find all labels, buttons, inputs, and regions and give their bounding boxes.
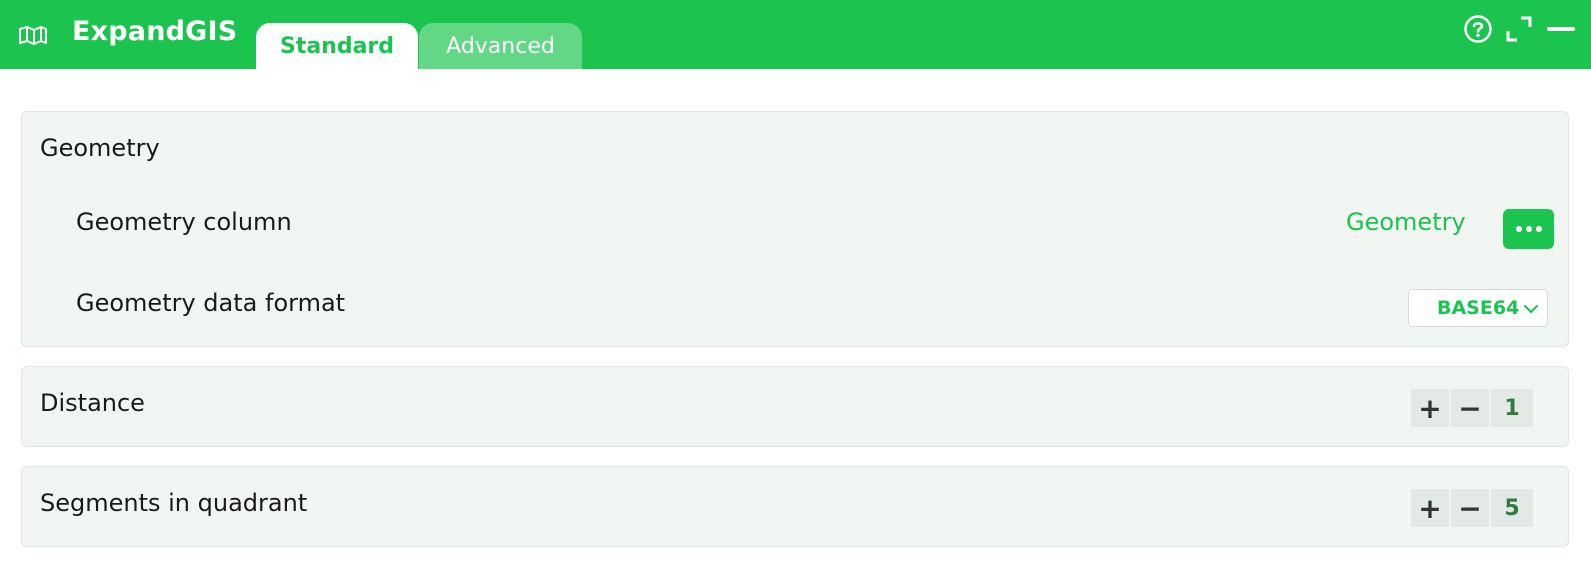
minus-icon: − [1458,491,1482,525]
segments-decrement-button[interactable]: − [1451,489,1489,527]
app-title: ExpandGIS [72,16,238,47]
geometry-section-title: Geometry [40,134,160,162]
geometry-format-select[interactable]: BASE64 [1408,289,1548,327]
chevron-down-icon [1521,299,1541,323]
map-icon [18,25,48,45]
distance-decrement-button[interactable]: − [1451,389,1489,427]
fullscreen-icon [1505,15,1533,47]
minus-icon: − [1458,391,1482,425]
tab-advanced[interactable]: Advanced [419,23,582,69]
distance-stepper: + − 1 [1411,389,1533,427]
plus-icon: + [1418,491,1442,525]
segments-stepper: + − 5 [1411,489,1533,527]
geometry-column-more-button[interactable] [1503,209,1554,249]
more-dot-icon [1515,226,1522,232]
tab-standard-label: Standard [279,33,395,59]
geometry-column-label: Geometry column [76,208,292,236]
more-dot-icon [1525,226,1532,232]
segments-label: Segments in quadrant [40,489,308,517]
help-icon [1463,14,1493,48]
help-button[interactable] [1462,15,1494,47]
geometry-section: Geometry Geometry column Geometry Geomet… [21,111,1569,347]
geometry-column-value[interactable]: Geometry [1346,208,1466,236]
distance-section: Distance + − 1 [21,366,1569,447]
distance-value[interactable]: 1 [1491,389,1533,427]
minimize-button[interactable] [1545,15,1577,47]
more-dot-icon [1535,226,1542,232]
segments-increment-button[interactable]: + [1411,489,1449,527]
fullscreen-button[interactable] [1503,15,1535,47]
distance-label: Distance [40,389,145,417]
segments-value[interactable]: 5 [1491,489,1533,527]
plus-icon: + [1418,391,1442,425]
tab-standard[interactable]: Standard [256,23,418,69]
app-header: ExpandGIS Standard Advanced [0,0,1591,69]
distance-increment-button[interactable]: + [1411,389,1449,427]
minimize-icon [1547,15,1575,47]
geometry-format-label: Geometry data format [76,289,346,317]
tab-advanced-label: Advanced [446,33,555,59]
geometry-format-value: BASE64 [1437,297,1520,319]
segments-section: Segments in quadrant + − 5 [21,466,1569,547]
